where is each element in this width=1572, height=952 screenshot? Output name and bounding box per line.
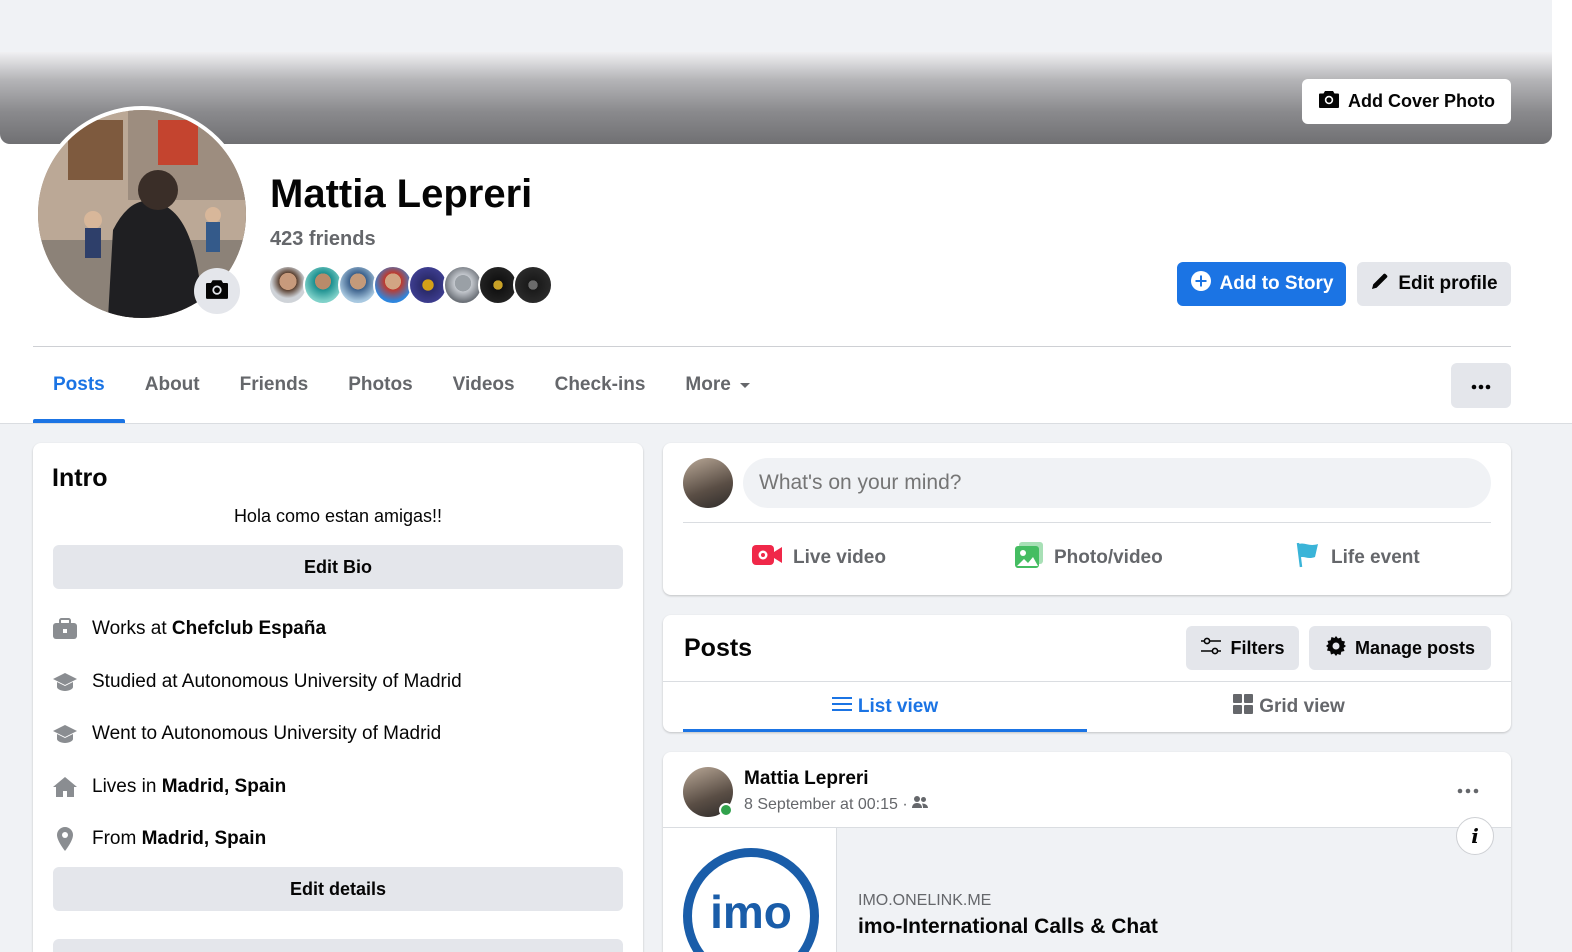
gear-icon [1325,635,1347,662]
photo-video-button[interactable]: Photo/video [1014,536,1163,580]
profile-name: Mattia Lepreri [270,172,533,216]
grid-view-tab[interactable]: Grid view [1087,682,1491,732]
tab-friends[interactable]: Friends [220,347,329,423]
update-avatar-button[interactable] [194,268,240,314]
profile-tabs: Posts About Friends Photos Videos Check-… [33,347,771,423]
graduation-cap-icon [52,669,78,695]
add-to-story-button[interactable]: Add to Story [1177,262,1346,306]
tab-videos[interactable]: Videos [433,347,535,423]
tab-posts[interactable]: Posts [33,347,125,423]
intro-school-row: Went to Autonomous University of Madrid [52,721,441,747]
list-view-tab[interactable]: List view [683,682,1087,732]
online-status-dot [719,803,733,817]
more-dots-icon [1457,781,1479,799]
briefcase-icon [52,616,78,642]
filters-button[interactable]: Filters [1186,626,1299,670]
composer-divider [683,522,1491,523]
edit-profile-button[interactable]: Edit profile [1357,262,1511,306]
info-icon[interactable]: i [1456,817,1494,855]
tab-more[interactable]: More [665,347,770,423]
intro-title: Intro [52,464,108,492]
whats-on-your-mind-input[interactable] [743,458,1491,508]
intro-lives-row: Lives in Madrid, Spain [52,774,286,800]
flag-icon [1295,541,1321,575]
imo-logo: imo [683,848,819,952]
live-video-button[interactable]: Live video [751,536,886,580]
live-video-icon [751,543,783,573]
plus-circle-icon [1190,270,1212,298]
profile-more-options-button[interactable] [1451,363,1511,408]
intro-bio: Hola como estan amigas!! [233,506,443,526]
graduation-cap-icon [52,721,78,747]
post-options-button[interactable] [1447,772,1489,808]
camera-icon [204,278,230,305]
manage-posts-button[interactable]: Manage posts [1309,626,1491,670]
list-icon [831,696,852,718]
intro-work-row: Works at Chefclub España [52,616,326,642]
edit-bio-button[interactable]: Edit Bio [53,545,623,589]
link-domain: IMO.ONELINK.ME [858,892,992,909]
add-to-story-label: Add to Story [1219,273,1334,294]
tab-about[interactable]: About [125,347,220,423]
home-icon [52,774,78,800]
post-meta: 8 September at 00:15 · [744,795,928,814]
posts-title: Posts [684,634,753,662]
more-dots-icon [1471,377,1491,395]
friends-count-link[interactable]: 423 friends [270,228,376,251]
caret-down-icon [739,374,751,396]
friend-avatar[interactable] [373,265,413,305]
friend-avatar[interactable] [268,265,308,305]
top-strip [0,0,1552,52]
location-pin-icon [52,826,78,852]
add-cover-photo-button[interactable]: Add Cover Photo [1302,79,1511,124]
link-title[interactable]: imo-International Calls & Chat [858,915,1158,939]
friend-avatar[interactable] [443,265,483,305]
filters-icon [1200,637,1222,660]
friend-avatar[interactable] [303,265,343,305]
grid-icon [1233,694,1254,720]
add-cover-photo-label: Add Cover Photo [1348,91,1495,111]
link-thumbnail[interactable]: imo [663,828,837,952]
friends-audience-icon [911,795,928,814]
post-author-name[interactable]: Mattia Lepreri [744,768,869,790]
edit-profile-label: Edit profile [1398,273,1498,294]
intro-study-row: Studied at Autonomous University of Madr… [52,669,462,695]
post-timestamp[interactable]: 8 September at 00:15 · [744,796,908,814]
friend-avatar[interactable] [513,265,553,305]
friend-avatars [268,265,553,305]
camera-icon [1318,89,1340,114]
friend-avatar[interactable] [408,265,448,305]
intro-from-row: From Madrid, Spain [52,826,266,852]
pencil-icon [1370,271,1390,297]
composer-avatar[interactable] [683,458,733,508]
friend-avatar[interactable] [338,265,378,305]
edit-details-button[interactable]: Edit details [53,867,623,911]
tab-check-ins[interactable]: Check-ins [535,347,666,423]
next-intro-button[interactable] [53,939,623,952]
tab-photos[interactable]: Photos [328,347,432,423]
life-event-button[interactable]: Life event [1295,536,1420,580]
photo-icon [1014,541,1044,575]
friend-avatar[interactable] [478,265,518,305]
